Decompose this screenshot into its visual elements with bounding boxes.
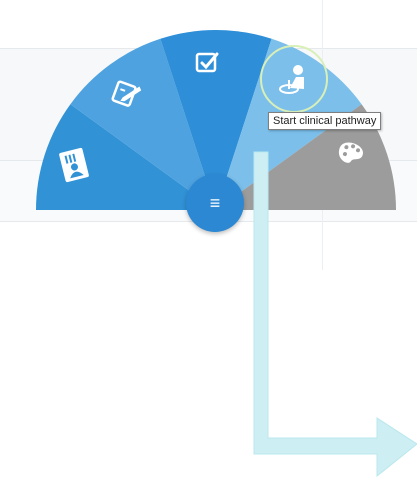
tooltip: Start clinical pathway [268, 112, 382, 130]
menu-icon: ≡ [209, 193, 221, 213]
menu-button[interactable]: ≡ [186, 174, 244, 232]
radial-menu [36, 29, 417, 478]
